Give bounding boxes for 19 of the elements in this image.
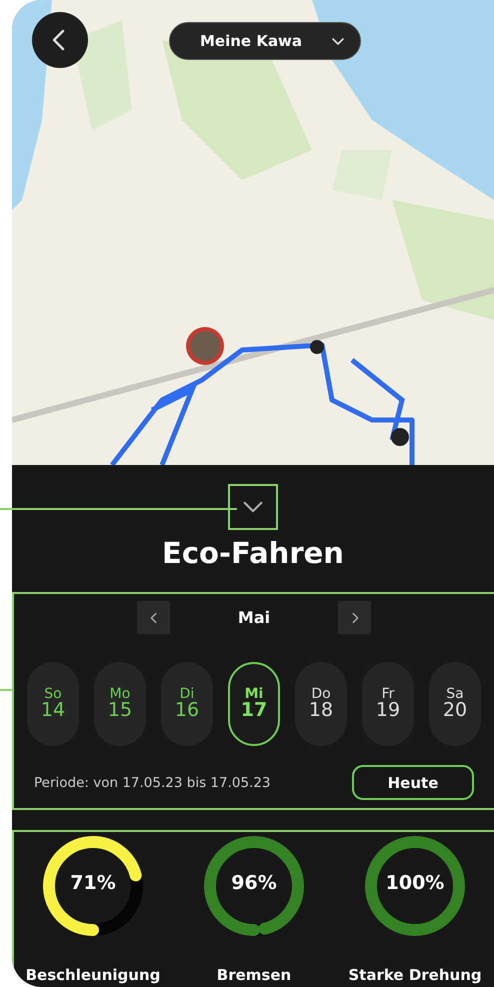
percent-reading: 100% xyxy=(384,872,446,894)
period-text: Periode: von 17.05.23 bis 17.05.23 xyxy=(34,774,271,790)
percent-reading: 71% xyxy=(69,872,117,894)
day-button[interactable]: Mi 17 xyxy=(228,662,280,746)
metric-label: Starke Drehung xyxy=(348,966,482,984)
collapse-button[interactable] xyxy=(228,484,278,530)
day-button[interactable]: Do 18 xyxy=(295,662,347,746)
day-button[interactable]: Mo 15 xyxy=(94,662,146,746)
day-button[interactable]: Sa 20 xyxy=(429,662,481,746)
day-button[interactable]: Fr 19 xyxy=(362,662,414,746)
metric-label: Beschleunigung xyxy=(26,966,160,984)
today-button[interactable]: Heute xyxy=(352,765,474,800)
day-button[interactable]: Di 16 xyxy=(161,662,213,746)
page-title: Eco-Fahren xyxy=(162,536,344,570)
month-label: Mai xyxy=(236,608,272,627)
day-button[interactable]: So 14 xyxy=(27,662,79,746)
vehicle-selector[interactable]: Meine Kawa xyxy=(169,22,361,60)
metric-label: Bremsen xyxy=(216,966,292,984)
percent-reading: 96% xyxy=(230,872,278,894)
